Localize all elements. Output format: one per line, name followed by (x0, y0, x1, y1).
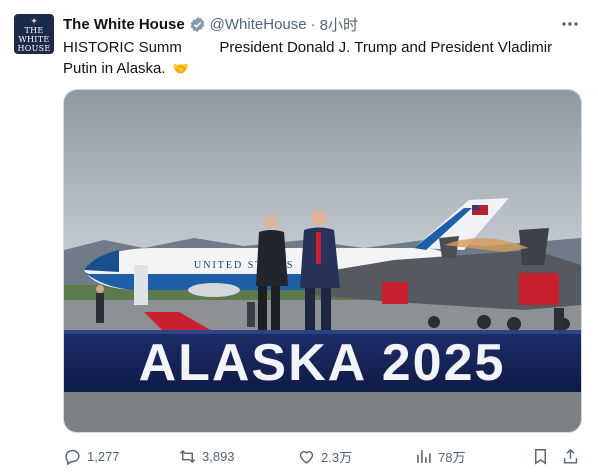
share-icon (563, 448, 578, 464)
avatar-text-line: THE (24, 26, 44, 35)
stage-lettering: ALASKA 2025 (139, 334, 506, 392)
avatar-text-line: HOUSE (17, 44, 51, 53)
handshake-emoji: 🤝 (172, 61, 189, 76)
tweet-text: HISTORIC Summ President Donald J. Trump … (63, 37, 583, 79)
like-count: 2.3万 (321, 449, 353, 465)
bookmark-button[interactable] (531, 444, 550, 468)
avatar-text-line: WHITE (18, 35, 50, 44)
share-button[interactable] (561, 444, 580, 468)
seal-icon: ✦ (30, 16, 38, 26)
action-bar: 1,277 3,893 2.3万 78万 (63, 444, 583, 468)
repost-button[interactable]: 3,893 (178, 444, 235, 468)
more-options-icon[interactable] (560, 14, 580, 34)
view-count: 78万 (438, 449, 466, 465)
tweet-header: The White House @WhiteHouse · 8小时 (63, 13, 582, 35)
account-name[interactable]: The White House (63, 16, 185, 33)
bookmark-icon (535, 448, 546, 465)
timestamp[interactable]: 8小时 (320, 14, 358, 35)
reply-count: 1,277 (87, 448, 120, 464)
reply-button[interactable]: 1,277 (63, 444, 120, 468)
heart-icon (299, 450, 314, 464)
verified-badge-icon (189, 16, 206, 33)
tweet-body: HISTORIC Summ President Donald J. Trump … (63, 39, 557, 77)
like-button[interactable]: 2.3万 (297, 444, 352, 468)
reply-icon (65, 449, 80, 465)
repost-count: 3,893 (202, 448, 235, 464)
views-icon (417, 449, 431, 463)
views-button[interactable]: 78万 (414, 444, 465, 468)
tweet-photo[interactable]: UNITED STATES ALASKA 2025 (63, 89, 582, 433)
repost-icon (179, 449, 196, 463)
separator-dot: · (310, 15, 316, 33)
avatar[interactable]: ✦ THE WHITE HOUSE (14, 14, 54, 54)
account-handle[interactable]: @WhiteHouse (210, 16, 307, 33)
